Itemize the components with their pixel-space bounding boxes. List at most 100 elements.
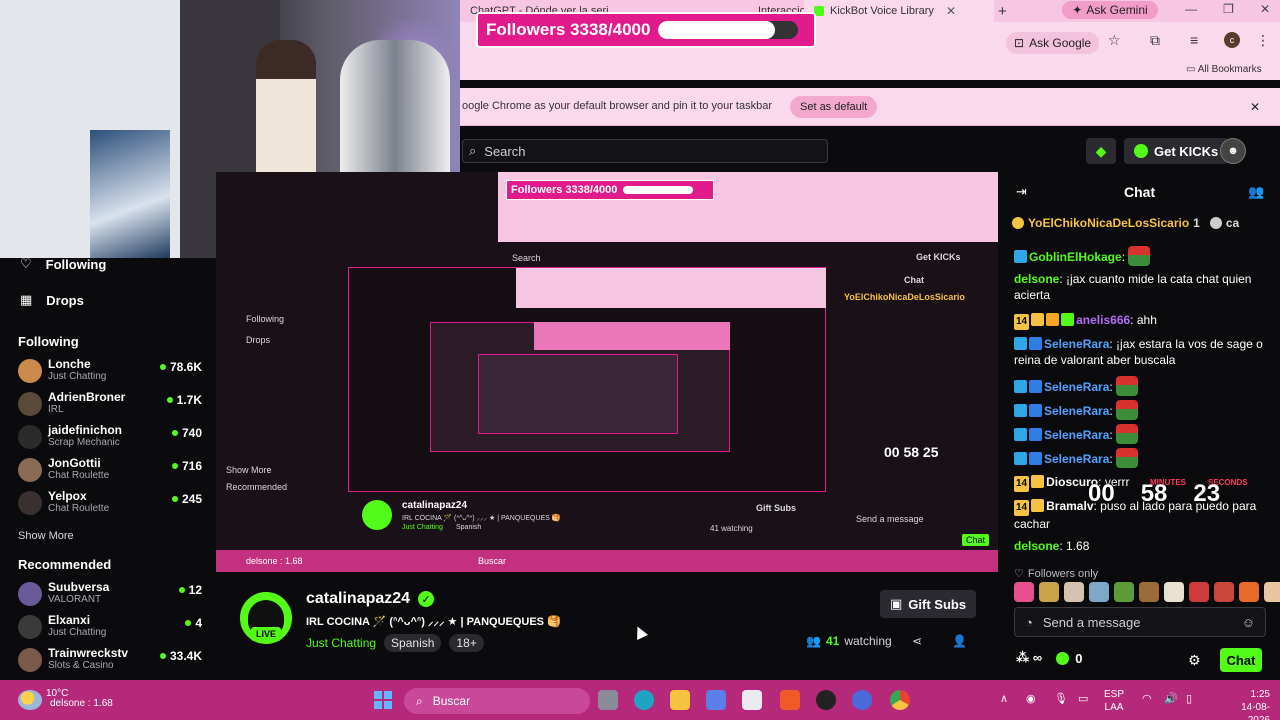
browser-tab-active[interactable]: KickBot Voice Library ✕ (804, 0, 994, 22)
chat-username[interactable]: anelis666 (1076, 313, 1130, 327)
obs-icon[interactable] (816, 690, 836, 710)
chat-message[interactable]: SeleneRara: (1014, 400, 1272, 420)
set-as-default-button[interactable]: Set as default (790, 96, 878, 118)
weather-icon[interactable] (18, 690, 42, 710)
chat-message[interactable]: SeleneRara: (1014, 376, 1272, 396)
chat-message[interactable]: SeleneRara: (1014, 448, 1272, 468)
following-channel-item[interactable]: JonGottii Chat Roulette 716 (18, 456, 204, 486)
chat-username[interactable]: GoblinElHokage (1029, 250, 1122, 264)
chat-username[interactable]: delsone (1014, 539, 1059, 553)
nav-drops[interactable]: ▦ Drops (20, 292, 84, 308)
chat-message[interactable]: GoblinElHokage: (1014, 246, 1272, 266)
windows-start-icon[interactable] (374, 691, 392, 709)
wifi-icon[interactable]: ◠ (1142, 692, 1152, 705)
taskbar-clock[interactable]: 1:25 14-08-2026 (1226, 688, 1270, 720)
microphone-icon[interactable]: 🎙 (1054, 692, 1068, 705)
brave-icon[interactable] (780, 690, 800, 710)
emote-icon[interactable] (1214, 582, 1234, 602)
emoji-picker-icon[interactable]: ☺ (1242, 615, 1255, 630)
chat-message[interactable]: delsone: 1.68 (1014, 538, 1272, 554)
chat-message[interactable]: SeleneRara: (1014, 424, 1272, 444)
close-window-icon[interactable]: ✕ (1260, 2, 1270, 16)
file-explorer-icon[interactable] (670, 690, 690, 710)
combo-icon[interactable]: ⁂ ∞ (1016, 650, 1042, 666)
emote-icon[interactable] (1014, 582, 1034, 602)
chat-message-input[interactable]: ◔ Send a message ☺ (1014, 607, 1266, 637)
app-icon[interactable] (852, 690, 872, 710)
emote-icon[interactable] (1114, 582, 1134, 602)
show-more-following[interactable]: Show More (18, 530, 74, 542)
send-chat-button[interactable]: Chat (1220, 648, 1262, 672)
chat-username[interactable]: SeleneRara (1044, 404, 1109, 418)
chat-username[interactable]: SeleneRara (1044, 380, 1109, 394)
chat-username[interactable]: Bramalv (1046, 499, 1093, 513)
chat-users-icon[interactable]: 👥 (1248, 184, 1264, 200)
new-tab-button[interactable]: + (998, 3, 1007, 20)
share-icon[interactable]: ⋖ (912, 634, 922, 648)
tag-mature[interactable]: 18+ (449, 634, 484, 652)
rec-title: IRL COCINA 🪄 (ᐢ^ᴗ^ᐢ) ⸝⸝⸝ ★ | PANQUEQUES … (402, 515, 561, 522)
pinned-user: YoElChikoNicaDeLosSicario (1028, 216, 1190, 230)
emote-icon[interactable] (1064, 582, 1084, 602)
emote-icon[interactable] (1239, 582, 1259, 602)
edge-icon[interactable] (634, 690, 654, 710)
bookmark-star-icon[interactable]: ☆ (1108, 32, 1121, 49)
language-indicator[interactable]: ESP LAA (1104, 688, 1124, 714)
taskbar-search[interactable]: ⌕ Buscar (404, 688, 590, 714)
media-icon[interactable]: ≡ (1190, 32, 1198, 48)
battery-icon[interactable]: ▯ (1186, 692, 1192, 705)
maximize-icon[interactable]: ❐ (1223, 2, 1234, 16)
emote-icon[interactable] (1189, 582, 1209, 602)
pinned-message[interactable]: YoElChikoNicaDeLosSicario 1 ca (1012, 213, 1274, 233)
emote-icon[interactable] (1039, 582, 1059, 602)
category-link[interactable]: Just Chatting (306, 636, 376, 650)
volume-icon[interactable]: 🔊 (1164, 692, 1178, 705)
emote-icon[interactable] (1264, 582, 1280, 602)
emote-icon[interactable] (1139, 582, 1159, 602)
task-view-icon[interactable] (598, 690, 618, 710)
recommended-channel-item[interactable]: Elxanxi Just Chatting 4 (18, 613, 204, 643)
kick-search-input[interactable]: ⌕ Search (462, 139, 828, 163)
get-kicks-button[interactable]: Get KICKs (1124, 138, 1229, 164)
kick-logo-icon[interactable]: ◆ (1086, 138, 1116, 164)
chat-username[interactable]: SeleneRara (1044, 337, 1109, 351)
following-channel-item[interactable]: jaidefinichon Scrap Mechanic 740 (18, 423, 204, 453)
gift-subs-button[interactable]: ▣ Gift Subs (880, 590, 977, 618)
recommended-channel-item[interactable]: Suubversa VALORANT 12 (18, 580, 204, 610)
store-icon[interactable] (742, 690, 762, 710)
all-bookmarks-link[interactable]: ▭ All Bookmarks (1186, 64, 1262, 75)
user-avatar[interactable]: ☻ (1220, 138, 1246, 164)
emote-icon[interactable] (1164, 582, 1184, 602)
chat-message[interactable]: SeleneRara: ¡jax estara la vos de sage o… (1014, 336, 1272, 368)
kick-points[interactable]: 0 (1056, 651, 1082, 666)
follow-user-icon[interactable]: 👤 (952, 634, 967, 648)
gear-icon[interactable]: ⚙ (1188, 652, 1201, 669)
chat-username[interactable]: SeleneRara (1044, 428, 1109, 442)
nav-following[interactable]: ♡ Following (20, 256, 106, 272)
tray-app-icon[interactable]: ◉ (1026, 692, 1036, 705)
chat-message[interactable]: delsone: ¡jax cuanto mide la cata chat q… (1014, 271, 1272, 303)
collapse-chat-icon[interactable]: ⇥ (1016, 184, 1027, 200)
following-channel-item[interactable]: Yelpox Chat Roulette 245 (18, 489, 204, 519)
close-tab-icon[interactable]: ✕ (946, 4, 956, 18)
minimize-icon[interactable]: — (1185, 2, 1197, 16)
following-channel-item[interactable]: Lonche Just Chatting 78.6K (18, 357, 204, 387)
menu-dots-icon[interactable]: ⋮ (1256, 32, 1270, 49)
ask-gemini-button[interactable]: ✦ Ask Gemini (1062, 1, 1158, 19)
emote-icon[interactable] (1089, 582, 1109, 602)
chrome-icon[interactable] (890, 690, 910, 710)
profile-icon[interactable]: c (1224, 32, 1240, 48)
copilot-icon[interactable] (706, 690, 726, 710)
streamer-name[interactable]: catalinapaz24 ✓ (306, 590, 435, 608)
following-channel-item[interactable]: AdrienBroner IRL 1.7K (18, 390, 204, 420)
recommended-channel-item[interactable]: Trainwreckstv Slots & Casino 33.4K (18, 646, 204, 676)
close-infobar-icon[interactable]: ✕ (1250, 100, 1260, 114)
ask-google-button[interactable]: ⊡ Ask Google (1006, 32, 1100, 54)
chat-message[interactable]: 14 anelis666: ahh (1014, 312, 1272, 330)
tray-chevron-icon[interactable]: ∧ (1000, 692, 1008, 705)
extensions-icon[interactable]: ⧉ (1150, 32, 1160, 49)
chat-username[interactable]: delsone (1014, 272, 1059, 286)
tag-language[interactable]: Spanish (384, 634, 442, 652)
chat-username[interactable]: SeleneRara (1044, 452, 1109, 466)
tray-monitor-icon[interactable]: ▭ (1078, 692, 1088, 705)
